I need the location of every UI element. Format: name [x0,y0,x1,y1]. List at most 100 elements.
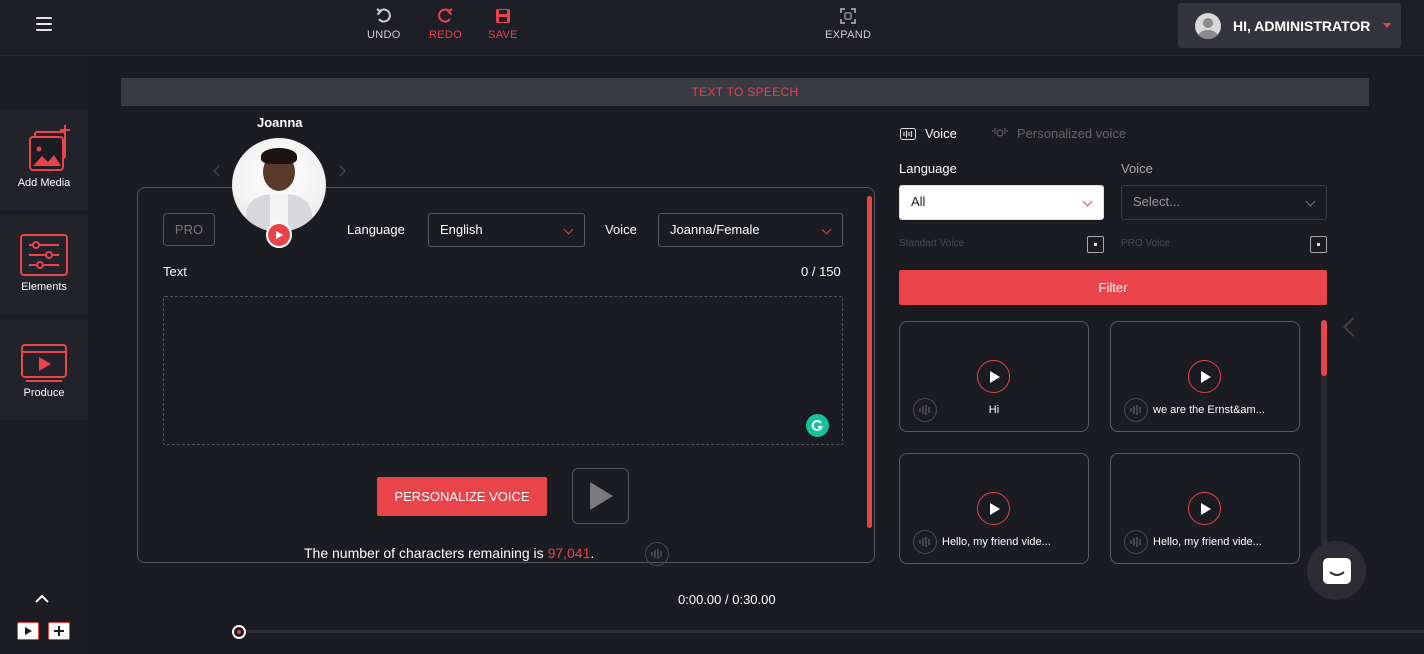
characters-remaining: The number of characters remaining is 97… [304,545,594,561]
voice-list-scroll-thumb[interactable] [1321,320,1327,376]
editor-scrollbar[interactable] [867,196,872,528]
remaining-prefix: The number of characters remaining is [304,545,548,561]
voice-card[interactable]: Hello, my friend vide... [899,453,1089,564]
preview-play-button[interactable] [572,468,629,524]
play-icon[interactable] [1188,360,1221,393]
sidebar-item-add-media[interactable]: Add Media [0,121,88,189]
current-time: 0:00.00 / [678,592,729,607]
sidebar-item-elements[interactable]: Elements [0,233,88,293]
waveform-icon [645,542,669,566]
filter-voice-placeholder: Select... [1133,194,1180,209]
time-display: 0:00.00 / 0:30.00 [678,592,776,607]
voice-card[interactable]: Hello, my friend vide... [1110,453,1300,564]
waveform-icon [1124,530,1148,554]
filter-language-label: Language [899,161,957,176]
play-icon[interactable] [977,492,1010,525]
voice-card-caption: Hi [988,404,1000,416]
redo-icon [438,8,454,23]
person-voice-icon [992,127,1008,136]
waveform-icon [913,530,937,554]
add-track-button[interactable] [48,622,70,640]
sidebar-item-label: Add Media [17,177,71,189]
caret-down-icon [1383,23,1392,28]
language-label: Language [347,222,405,237]
voice-avatar[interactable] [232,138,326,232]
sliders-icon [20,234,68,276]
user-greeting: HI, ADMINISTRATOR [1233,17,1371,34]
filter-button[interactable]: Filter [899,270,1327,305]
filter-language-value: All [911,194,926,209]
text-label: Text [163,264,187,279]
avatar-name: Joanna [257,115,303,130]
undo-icon [376,8,391,23]
chevron-down-icon [821,224,832,235]
timeline-track[interactable] [246,630,1424,633]
chevron-up-icon[interactable] [35,594,49,604]
left-sidebar: Add Media Elements Produce [0,57,88,654]
text-input[interactable] [163,296,843,445]
chevron-down-icon [563,224,574,235]
expand-button[interactable]: EXPAND [825,8,871,41]
voice-card[interactable]: Hi [899,321,1089,432]
play-button[interactable] [17,622,39,640]
standart-voice-checkbox[interactable] [1087,236,1104,253]
grammarly-icon[interactable] [806,414,829,437]
voice-card-caption: Hello, my friend vide... [942,536,1051,548]
pro-voice-label: PRO Voice [1121,238,1170,249]
chevron-left-icon[interactable] [213,165,225,177]
remaining-count: 97,041 [547,545,591,561]
filter-voice-select[interactable]: Select... [1121,185,1327,220]
sidebar-item-produce[interactable]: Produce [0,343,88,399]
pro-voice-checkbox[interactable] [1310,236,1327,253]
sidebar-item-label: Elements [21,281,67,293]
char-counter: 0 / 150 [801,264,841,279]
add-media-icon [29,125,70,171]
top-bar: UNDO REDO SAVE EXPAND HI, ADMINISTRATOR [0,0,1424,56]
undo-label: UNDO [367,29,401,41]
expand-label: EXPAND [825,29,872,41]
personalize-voice-button[interactable]: PERSONALIZE VOICE [377,477,547,516]
menu-icon[interactable] [36,17,52,31]
language-value: English [440,222,483,237]
chat-icon [1322,557,1351,584]
chevron-down-icon [1082,196,1093,207]
voice-card-caption: Hello, my friend vide... [1153,536,1262,548]
voice-value: Joanna/Female [670,222,760,237]
redo-button[interactable]: REDO [429,8,462,41]
playhead-dot [237,630,241,634]
play-icon[interactable] [1188,492,1221,525]
pro-badge[interactable]: PRO [163,213,215,246]
chevron-left-icon[interactable] [1343,317,1363,337]
waveform-icon [1124,398,1148,422]
voice-card[interactable]: we are the Ernst&am... [1110,321,1300,432]
chevron-right-icon[interactable] [334,165,346,177]
tab-voice[interactable]: Voice [900,126,957,141]
waveform-icon [900,127,916,140]
play-icon [276,231,283,239]
play-icon[interactable] [977,360,1010,393]
voice-select[interactable]: Joanna/Female [658,213,843,247]
timeline-controls [17,622,70,640]
avatar-play-button[interactable] [266,222,292,248]
sidebar-item-label: Produce [23,387,65,399]
remaining-suffix: . [590,545,595,561]
video-play-icon [21,344,67,382]
avatar [1195,12,1221,39]
chat-button[interactable] [1307,541,1366,600]
filter-language-select[interactable]: All [899,185,1104,220]
standart-voice-label: Standart Voice [899,238,965,249]
user-menu[interactable]: HI, ADMINISTRATOR [1178,3,1401,48]
voice-card-caption: we are the Ernst&am... [1153,404,1265,416]
save-button[interactable]: SAVE [488,8,518,41]
expand-icon [840,8,856,24]
voice-label: Voice [605,222,637,237]
undo-button[interactable]: UNDO [367,8,401,41]
page-title: TEXT TO SPEECH [121,78,1369,106]
tab-personalized-voice[interactable]: Personalized voice [992,126,1126,141]
tab-label: Voice [925,126,957,141]
filter-voice-label: Voice [1121,161,1153,176]
chevron-down-icon [1305,196,1316,207]
language-select[interactable]: English [428,213,585,247]
redo-label: REDO [429,29,462,41]
play-icon [589,482,613,510]
